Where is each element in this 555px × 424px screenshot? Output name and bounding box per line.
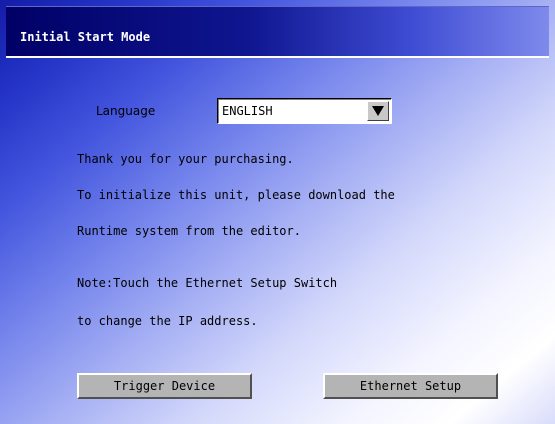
language-selected-value: ENGLISH bbox=[222, 104, 273, 118]
note-line-1: Note:Touch the Ethernet Setup Switch bbox=[77, 276, 338, 290]
initial-start-screen: Initial Start Mode Language ENGLISH Than… bbox=[0, 0, 555, 424]
message-line-3: Runtime system from the editor. bbox=[77, 224, 301, 238]
triangle-down-icon bbox=[372, 106, 384, 116]
window-title: Initial Start Mode bbox=[20, 30, 151, 44]
ethernet-setup-button[interactable]: Ethernet Setup bbox=[323, 373, 498, 399]
language-label: Language bbox=[96, 104, 156, 118]
message-line-1: Thank you for your purchasing. bbox=[77, 152, 294, 166]
language-dropdown-button[interactable] bbox=[367, 101, 389, 121]
title-divider bbox=[6, 56, 549, 58]
language-select[interactable]: ENGLISH bbox=[217, 98, 392, 124]
message-line-2: To initialize this unit, please download… bbox=[77, 188, 395, 202]
title-bar: Initial Start Mode bbox=[6, 6, 549, 56]
note-line-2: to change the IP address. bbox=[77, 314, 258, 328]
trigger-device-button[interactable]: Trigger Device bbox=[77, 373, 252, 399]
